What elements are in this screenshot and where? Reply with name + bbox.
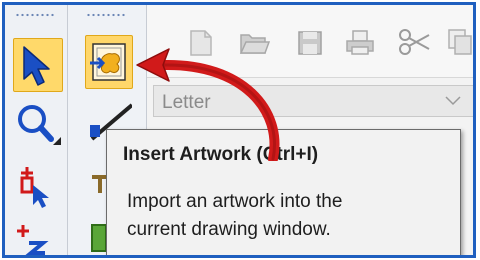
save-button[interactable] xyxy=(293,27,327,57)
print-button[interactable] xyxy=(343,27,377,57)
tooltip-description-line: Import an artwork into the xyxy=(127,191,343,212)
pick-tool-button[interactable] xyxy=(13,165,61,209)
drawing-toolbox-grip[interactable] xyxy=(86,13,126,17)
paper-size-select[interactable]: Letter xyxy=(153,85,473,117)
zoom-tool-button[interactable] xyxy=(13,101,61,149)
toolbox-grip[interactable] xyxy=(15,13,55,17)
application-window: Letter Insert Artwork (Ctrl+I) Import an… xyxy=(2,2,476,258)
print-icon xyxy=(346,30,374,55)
chevron-down-icon xyxy=(445,96,461,106)
save-disk-icon xyxy=(298,31,322,55)
select-arrow-icon xyxy=(23,46,50,86)
insert-artwork-tooltip: Insert Artwork (Ctrl+I) Import an artwor… xyxy=(106,129,461,255)
main-toolbar xyxy=(147,5,473,78)
insert-artwork-button[interactable] xyxy=(85,35,133,89)
select-tool-button[interactable] xyxy=(13,38,63,92)
toolbox-panel xyxy=(5,5,68,255)
pick-tool-icon xyxy=(20,167,49,208)
count-tool-icon xyxy=(17,225,49,255)
copy-button[interactable] xyxy=(445,27,473,57)
new-document-icon xyxy=(190,30,212,56)
tooltip-description: Import an artwork into the current drawi… xyxy=(127,188,437,244)
open-folder-icon xyxy=(239,34,271,54)
zoom-magnifier-icon xyxy=(18,105,61,145)
count-tool-button[interactable] xyxy=(13,221,61,255)
cut-button[interactable] xyxy=(397,27,431,57)
paper-size-value: Letter xyxy=(162,92,211,113)
open-button[interactable] xyxy=(237,27,271,57)
copy-icon xyxy=(448,29,472,55)
new-document-button[interactable] xyxy=(185,27,219,57)
screenshot-stage: Letter Insert Artwork (Ctrl+I) Import an… xyxy=(0,0,480,260)
tooltip-title: Insert Artwork (Ctrl+I) xyxy=(123,144,319,165)
cut-scissors-icon xyxy=(399,29,430,55)
insert-artwork-icon xyxy=(90,43,126,81)
tooltip-description-line: current drawing window. xyxy=(127,219,331,240)
